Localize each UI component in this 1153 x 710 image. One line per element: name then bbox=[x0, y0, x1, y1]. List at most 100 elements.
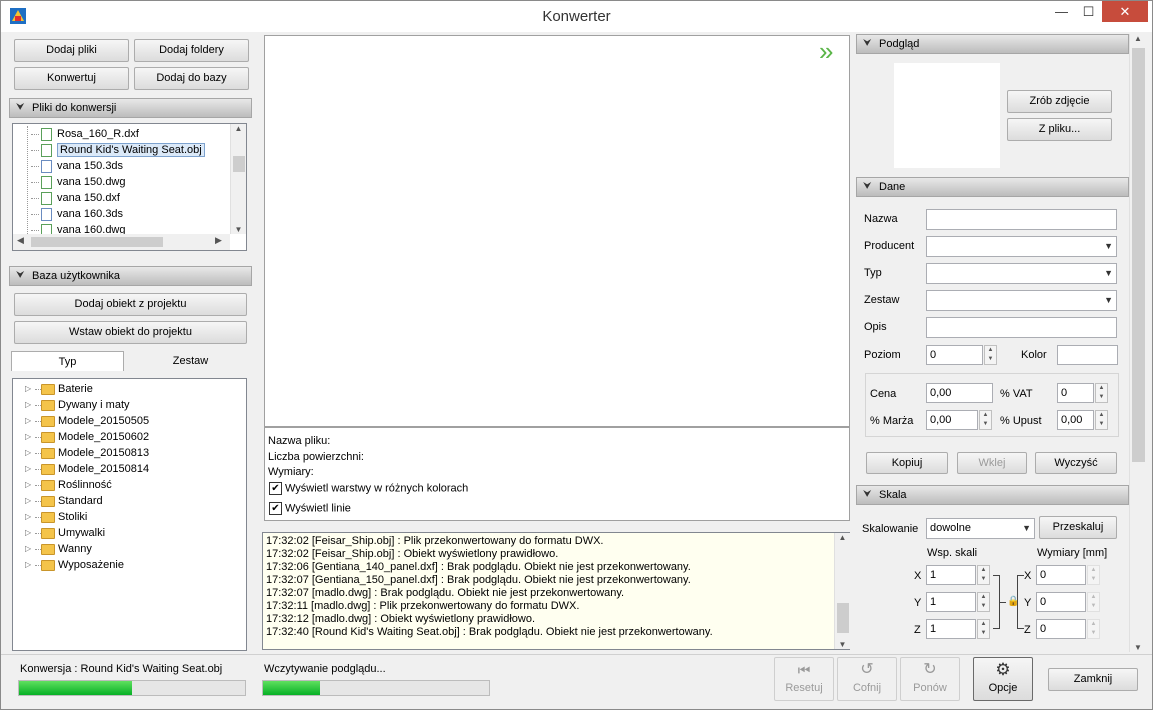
convert-button[interactable]: Konwertuj bbox=[14, 67, 129, 90]
file-tree-item[interactable]: vana 160.3ds bbox=[31, 206, 123, 222]
expand-arrow-icon[interactable]: ▷ bbox=[25, 429, 35, 445]
file-tree-item[interactable]: vana 150.3ds bbox=[31, 158, 123, 174]
price-input[interactable]: 0,00 bbox=[926, 383, 993, 403]
file-tree-item[interactable]: vana 150.dwg bbox=[31, 174, 126, 190]
log-vertical-scrollbar[interactable]: ▲ ▼ bbox=[834, 533, 850, 649]
name-input[interactable] bbox=[926, 209, 1117, 230]
category-tree-item[interactable]: ▷ Umywalki bbox=[25, 525, 105, 541]
scale-input[interactable]: 1 bbox=[926, 619, 976, 639]
expand-arrow-icon[interactable]: ▷ bbox=[25, 397, 35, 413]
user-db-section-header[interactable]: ⮟ Baza użytkownika bbox=[9, 266, 252, 286]
add-object-from-project-button[interactable]: Dodaj obiekt z projektu bbox=[14, 293, 247, 316]
add-files-button[interactable]: Dodaj pliki bbox=[14, 39, 129, 62]
insert-object-to-project-button[interactable]: Wstaw obiekt do projektu bbox=[14, 321, 247, 344]
level-input[interactable]: 0 bbox=[926, 345, 983, 365]
layers-colors-checkbox[interactable]: ✔ Wyświetl warstwy w różnych kolorach bbox=[269, 482, 468, 495]
margin-input[interactable]: 0,00 bbox=[926, 410, 978, 430]
add-to-db-button[interactable]: Dodaj do bazy bbox=[134, 67, 249, 90]
category-tree-item[interactable]: ▷ Modele_20150813 bbox=[25, 445, 149, 461]
category-tree-item[interactable]: ▷ Stoliki bbox=[25, 509, 87, 525]
dimension-stepper[interactable]: ▲ ▼ bbox=[1087, 619, 1100, 639]
reset-button[interactable]: ⏮ Resetuj bbox=[774, 657, 834, 701]
preview-canvas[interactable]: » bbox=[264, 35, 850, 427]
files-tree[interactable]: Rosa_160_R.dxf Round Kid's Waiting Seat.o… bbox=[12, 123, 247, 251]
color-input[interactable] bbox=[1057, 345, 1118, 365]
dimension-input[interactable]: 0 bbox=[1036, 619, 1086, 639]
dimension-input[interactable]: 0 bbox=[1036, 592, 1086, 612]
category-tree-item[interactable]: ▷ Roślinność bbox=[25, 477, 112, 493]
category-tree[interactable]: ▷ Baterie ▷ Dywany i maty ▷ Modele_20150505 ▷ M… bbox=[12, 378, 247, 651]
category-tree-item[interactable]: ▷ Modele_20150505 bbox=[25, 413, 149, 429]
dimension-input[interactable]: 0 bbox=[1036, 565, 1086, 585]
close-window-button[interactable]: ✕ bbox=[1102, 1, 1148, 22]
minimize-button[interactable]: — bbox=[1048, 1, 1075, 22]
scale-stepper[interactable]: ▲ ▼ bbox=[977, 592, 990, 612]
tab-set[interactable]: Zestaw bbox=[134, 351, 247, 371]
options-button[interactable]: ⚙ Opcje bbox=[973, 657, 1033, 701]
category-tree-item[interactable]: ▷ Modele_20150814 bbox=[25, 461, 149, 477]
paste-button[interactable]: Wklej bbox=[957, 452, 1027, 474]
level-stepper[interactable]: ▲ ▼ bbox=[984, 345, 997, 365]
add-folders-button[interactable]: Dodaj foldery bbox=[134, 39, 249, 62]
dimension-stepper[interactable]: ▲ ▼ bbox=[1087, 565, 1100, 585]
from-file-button[interactable]: Z pliku... bbox=[1007, 118, 1112, 141]
files-section-header[interactable]: ⮟ Pliki do konwersji bbox=[9, 98, 252, 118]
right-panel-scrollbar[interactable]: ▲ ▼ bbox=[1129, 34, 1146, 652]
clear-button[interactable]: Wyczyść bbox=[1035, 452, 1117, 474]
log-scroll-thumb[interactable] bbox=[837, 603, 849, 633]
files-vertical-scrollbar[interactable]: ▲ ▼ bbox=[230, 124, 246, 234]
tab-type[interactable]: Typ bbox=[11, 351, 124, 371]
files-hscroll-thumb[interactable] bbox=[31, 237, 163, 247]
vat-input[interactable]: 0 bbox=[1057, 383, 1094, 403]
expand-arrow-icon[interactable]: ▷ bbox=[25, 525, 35, 541]
lock-icon[interactable]: 🔒 bbox=[1007, 596, 1019, 607]
copy-button[interactable]: Kopiuj bbox=[866, 452, 948, 474]
description-input[interactable] bbox=[926, 317, 1117, 338]
scale-input[interactable]: 1 bbox=[926, 592, 976, 612]
close-button[interactable]: Zamknij bbox=[1048, 668, 1138, 691]
category-tree-item[interactable]: ▷ Wyposażenie bbox=[25, 557, 124, 573]
producer-select[interactable]: ▼ bbox=[926, 236, 1117, 257]
discount-stepper[interactable]: ▲ ▼ bbox=[1095, 410, 1108, 430]
margin-stepper[interactable]: ▲ ▼ bbox=[979, 410, 992, 430]
discount-input[interactable]: 0,00 bbox=[1057, 410, 1094, 430]
file-tree-item[interactable]: Round Kid's Waiting Seat.obj bbox=[31, 142, 205, 158]
file-tree-item[interactable]: vana 150.dxf bbox=[31, 190, 120, 206]
expand-arrow-icon[interactable]: ▷ bbox=[25, 381, 35, 397]
scale-input[interactable]: 1 bbox=[926, 565, 976, 585]
data-section-header[interactable]: ⮟ Dane bbox=[856, 177, 1129, 197]
scale-stepper[interactable]: ▲ ▼ bbox=[977, 619, 990, 639]
preview-section-header[interactable]: ⮟ Podgląd bbox=[856, 34, 1129, 54]
right-scroll-thumb[interactable] bbox=[1132, 48, 1145, 462]
expand-panel-icon[interactable]: » bbox=[819, 38, 833, 64]
expand-arrow-icon[interactable]: ▷ bbox=[25, 461, 35, 477]
show-lines-checkbox[interactable]: ✔ Wyświetl linie bbox=[269, 502, 351, 515]
scale-stepper[interactable]: ▲ ▼ bbox=[977, 565, 990, 585]
undo-button[interactable]: ↺ Cofnij bbox=[837, 657, 897, 701]
redo-button[interactable]: ↻ Ponów bbox=[900, 657, 960, 701]
scale-section-header[interactable]: ⮟ Skala bbox=[856, 485, 1129, 505]
expand-arrow-icon[interactable]: ▷ bbox=[25, 493, 35, 509]
conversion-log[interactable]: 17:32:02 [Feisar_Ship.obj] : Plik przeko… bbox=[262, 532, 850, 650]
dimension-stepper[interactable]: ▲ ▼ bbox=[1087, 592, 1100, 612]
category-tree-item[interactable]: ▷ Dywany i maty bbox=[25, 397, 130, 413]
expand-arrow-icon[interactable]: ▷ bbox=[25, 541, 35, 557]
vat-stepper[interactable]: ▲ ▼ bbox=[1095, 383, 1108, 403]
expand-arrow-icon[interactable]: ▷ bbox=[25, 413, 35, 429]
expand-arrow-icon[interactable]: ▷ bbox=[25, 477, 35, 493]
expand-arrow-icon[interactable]: ▷ bbox=[25, 509, 35, 525]
rescale-button[interactable]: Przeskaluj bbox=[1039, 516, 1117, 539]
category-tree-item[interactable]: ▷ Wanny bbox=[25, 541, 92, 557]
files-scroll-thumb[interactable] bbox=[233, 156, 245, 172]
file-tree-item[interactable]: Rosa_160_R.dxf bbox=[31, 126, 139, 142]
files-horizontal-scrollbar[interactable]: ◀ ▶ bbox=[13, 234, 230, 250]
category-tree-item[interactable]: ▷ Baterie bbox=[25, 381, 93, 397]
scaling-select[interactable]: dowolne ▼ bbox=[926, 518, 1035, 539]
take-photo-button[interactable]: Zrób zdjęcie bbox=[1007, 90, 1112, 113]
set-select[interactable]: ▼ bbox=[926, 290, 1117, 311]
type-select[interactable]: ▼ bbox=[926, 263, 1117, 284]
expand-arrow-icon[interactable]: ▷ bbox=[25, 557, 35, 573]
maximize-button[interactable]: ☐ bbox=[1075, 1, 1102, 22]
expand-arrow-icon[interactable]: ▷ bbox=[25, 445, 35, 461]
category-tree-item[interactable]: ▷ Standard bbox=[25, 493, 103, 509]
